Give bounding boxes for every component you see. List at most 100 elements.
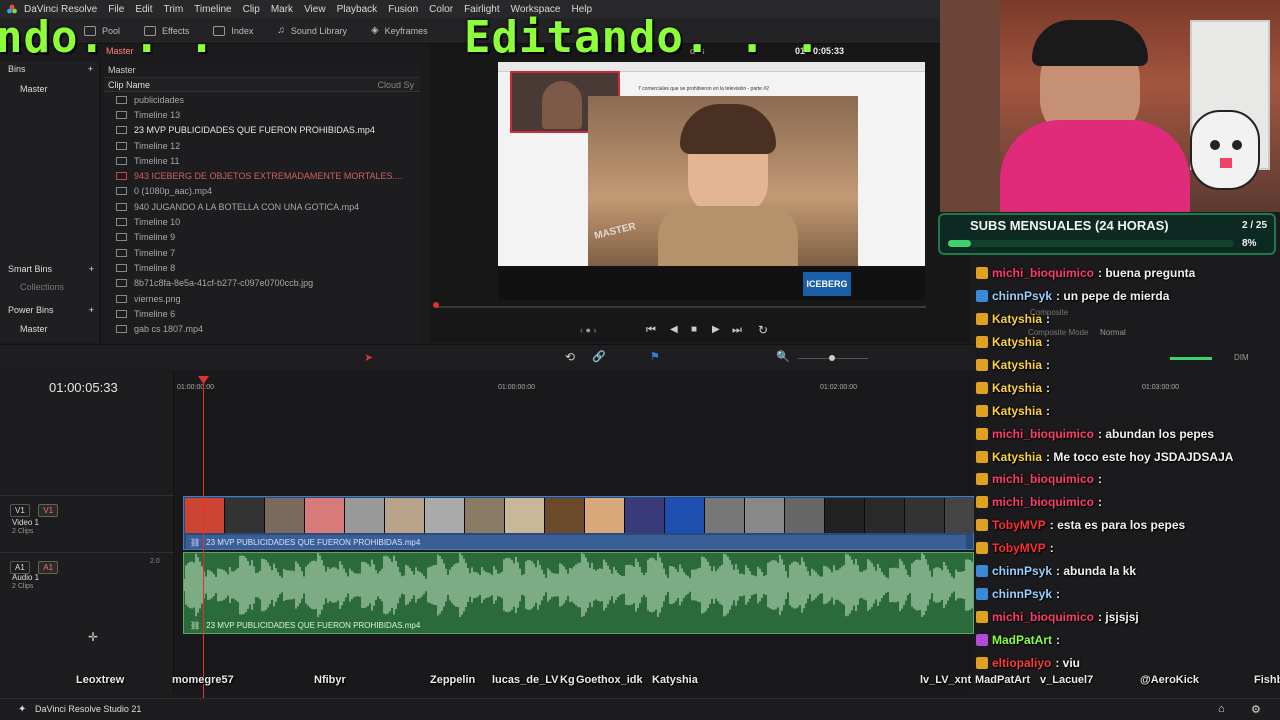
clip-row[interactable]: gab cs 1807.mp4 <box>104 321 420 336</box>
chat-text: : <box>1046 335 1051 350</box>
add-smart-bin-icon[interactable]: + <box>89 264 94 274</box>
col-cloud-sync[interactable]: Cloud Sy <box>377 80 414 90</box>
video-track-name: Video 1 <box>12 518 39 527</box>
clip-row[interactable]: Timeline 11 <box>104 153 420 168</box>
skip-start-icon[interactable]: ⏮ <box>646 324 656 337</box>
clip-row[interactable]: 940 JUGANDO A LA BOTELLA CON UNA GOTICA.… <box>104 199 420 214</box>
index-tab[interactable]: Index <box>213 25 253 36</box>
clip-row[interactable]: Timeline 8 <box>104 260 420 275</box>
clip-row[interactable]: 23 MVP PUBLICIDADES QUE FUERON PROHIBIDA… <box>104 123 420 138</box>
chat-text: : <box>1046 312 1051 327</box>
keyframes-tab[interactable]: ◈ Keyframes <box>371 25 428 36</box>
flag-icon[interactable]: ⚑ <box>650 350 660 363</box>
offline-clip-icon <box>116 172 127 181</box>
chat-username[interactable]: Katyshia <box>992 404 1042 418</box>
chat-username[interactable]: chinnPsyk <box>992 587 1052 601</box>
clip-row[interactable]: 0 (1080p_aac).mp4 <box>104 184 420 199</box>
chat-username[interactable]: michi_bioquimico <box>992 472 1094 486</box>
viewer-name: Katyshia <box>652 674 698 686</box>
chat-username[interactable]: Katyshia <box>992 312 1042 326</box>
clip-row[interactable]: 8b71c8fa-8e5a-41cf-b277-c097e0700ccb.jpg <box>104 276 420 291</box>
viewer-frame: 7 comerciales que se prohibieron en la t… <box>498 62 925 300</box>
zoom-icon[interactable]: 🔍 <box>776 350 790 363</box>
chat-username[interactable]: Katyshia <box>992 381 1042 395</box>
chat-username[interactable]: michi_bioquimico <box>992 610 1094 624</box>
chat-text: : <box>1098 495 1103 510</box>
bins-title: Bins <box>8 64 26 74</box>
clip-row[interactable]: publicidades <box>104 92 420 107</box>
bin-item-master[interactable]: Master <box>0 82 99 96</box>
video-thumbnail <box>225 498 265 533</box>
menu-view[interactable]: View <box>304 4 326 15</box>
menu-clip[interactable]: Clip <box>243 4 260 15</box>
jog-icon[interactable]: ‹ ● › <box>580 325 596 335</box>
clip-row[interactable]: Timeline 13 <box>104 107 420 122</box>
home-icon[interactable]: ⌂ <box>1218 703 1225 715</box>
ruler-label-0: 01:00:00:00 <box>177 384 214 391</box>
audio-track-target[interactable]: A1 <box>38 561 59 574</box>
zoom-slider-handle[interactable] <box>829 355 835 361</box>
play-reverse-icon[interactable]: ◀ <box>670 324 678 335</box>
sound-library-tab[interactable]: ♫ Sound Library <box>277 25 347 36</box>
clip-row[interactable]: Timeline 12 <box>104 138 420 153</box>
clip-name: 943 ICEBERG DE OBJETOS EXTREMADAMENTE MO… <box>134 171 403 182</box>
chat-username[interactable]: Katyshia <box>992 358 1042 372</box>
col-clip-name[interactable]: Clip Name <box>108 80 150 90</box>
menu-fusion[interactable]: Fusion <box>388 4 418 15</box>
timeline-ruler[interactable]: 01:00:00:00 01:00:00:00 01:02:00:00 <box>174 378 974 396</box>
timeline-playhead[interactable] <box>203 378 204 698</box>
clip-row[interactable]: Timeline 10 <box>104 214 420 229</box>
chat-username[interactable]: MadPatArt <box>992 633 1052 647</box>
chat-username[interactable]: michi_bioquimico <box>992 266 1094 280</box>
video-track-target[interactable]: V1 <box>38 504 59 517</box>
chat-username[interactable]: Katyshia <box>992 335 1042 349</box>
play-icon[interactable]: ▶ <box>712 324 720 335</box>
menu-playback[interactable]: Playback <box>337 4 378 15</box>
audio-waveform <box>184 553 973 617</box>
keyframes-label: Keyframes <box>384 25 428 36</box>
clip-name: viernes.png <box>134 293 181 304</box>
clip-row[interactable]: 943 ICEBERG DE OBJETOS EXTREMADAMENTE MO… <box>104 168 420 183</box>
power-bins-header: Power Bins + <box>0 303 100 317</box>
viewer-name: momegre57 <box>172 674 234 686</box>
chat-username[interactable]: TobyMVP <box>992 518 1046 532</box>
chat-username[interactable]: Katyshia <box>992 450 1042 464</box>
chat-username[interactable]: chinnPsyk <box>992 289 1052 303</box>
clip-row[interactable]: viernes.png <box>104 291 420 306</box>
video-thumbnails <box>185 498 974 533</box>
clip-row[interactable]: Timeline 6 <box>104 306 420 321</box>
chat-badge-icon <box>976 381 988 394</box>
clip-icon <box>116 309 127 318</box>
skip-end-icon[interactable]: ⏭ <box>732 324 742 337</box>
clip-name: 8b71c8fa-8e5a-41cf-b277-c097e0700ccb.jpg <box>134 278 314 289</box>
selection-tool-icon[interactable]: ➤ <box>364 351 373 364</box>
video-thumbnail <box>745 498 785 533</box>
clip-icon <box>116 202 127 211</box>
chat-username[interactable]: TobyMVP <box>992 541 1046 555</box>
add-power-bin-icon[interactable]: + <box>89 305 94 315</box>
link-icon[interactable]: 🔗 <box>592 350 606 363</box>
video-thumbnail <box>185 498 225 533</box>
clip-row[interactable]: Timeline 7 <box>104 245 420 260</box>
chat-text: : un pepe de mierda <box>1056 289 1170 304</box>
streamer-shirt <box>1000 120 1190 212</box>
settings-gear-icon[interactable]: ⚙ <box>1251 703 1261 716</box>
chat-username[interactable]: michi_bioquimico <box>992 495 1094 509</box>
video-track-source[interactable]: V1 <box>10 504 30 517</box>
chat-username[interactable]: eltiopaliyo <box>992 656 1051 670</box>
menu-mark[interactable]: Mark <box>271 4 293 15</box>
viewer-playhead[interactable] <box>433 302 439 308</box>
clip-row[interactable]: Timeline 9 <box>104 230 420 245</box>
bin-item-power-master[interactable]: Master <box>0 322 48 336</box>
chat-text: : Me toco este hoy JSDAJDSAJA <box>1046 449 1234 464</box>
chat-username[interactable]: michi_bioquimico <box>992 427 1094 441</box>
viewer-scrubber[interactable] <box>436 306 926 308</box>
snap-icon[interactable]: ⟲ <box>565 350 575 364</box>
add-bin-icon[interactable]: + <box>88 64 93 74</box>
menu-color[interactable]: Color <box>429 4 453 15</box>
stop-icon[interactable]: ■ <box>691 324 697 335</box>
loop-icon[interactable]: ↻ <box>758 323 768 337</box>
chat-username[interactable]: chinnPsyk <box>992 564 1052 578</box>
chat-text: : <box>1056 586 1061 601</box>
bin-item-collections[interactable]: Collections <box>0 280 64 294</box>
